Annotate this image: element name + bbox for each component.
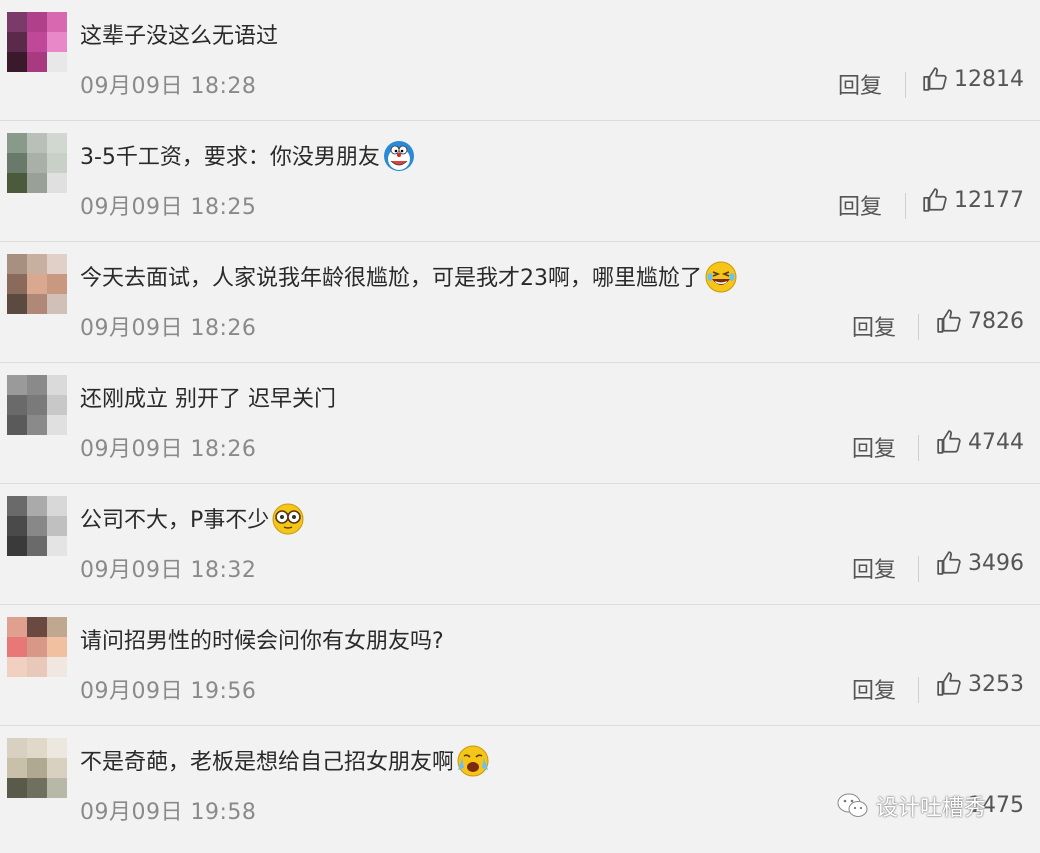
thumbs-up-icon [923,67,947,91]
like-button[interactable]: 7826 [936,308,1024,334]
like-button[interactable]: 12177 [922,187,1024,213]
comment-time: 09月09日 18:25 [80,195,257,220]
comment-item: 这辈子没这么无语过 09月09日 18:28 回复 12814 [0,0,1040,121]
like-button[interactable]: 3253 [936,671,1024,697]
comment-time: 09月09日 18:26 [80,316,257,341]
reply-button[interactable]: 回复 [838,68,882,100]
divider [918,314,919,340]
comment-item: 还刚成立 别开了 迟早关门 09月09日 18:26 回复 4744 [0,363,1040,484]
reply-button[interactable]: 回复 [838,189,882,221]
comment-text: 还刚成立 别开了 迟早关门 [80,387,336,412]
comment-text: 请问招男性的时候会问你有女朋友吗? [80,629,444,654]
like-button[interactable]: 4744 [936,429,1024,455]
crying-laugh-emoji [457,745,489,777]
divider [905,193,906,219]
laugh-cry-emoji [705,261,737,293]
avatar[interactable] [7,133,67,193]
doraemon-emoji [383,141,414,171]
avatar[interactable] [7,738,67,798]
wechat-icon [837,793,868,817]
comment-item: 公司不大，P事不少 09月09日 18:32 回复 3496 [0,484,1040,605]
comment-time: 09月09日 18:26 [80,437,257,462]
avatar[interactable] [7,12,67,72]
like-count: 3496 [968,550,1024,576]
divider [905,72,906,98]
avatar[interactable] [7,375,67,435]
reply-button[interactable]: 回复 [852,431,896,463]
comment-text: 公司不大，P事不少 [80,503,305,536]
thumbs-up-icon [937,430,961,454]
avatar[interactable] [7,617,67,677]
like-count: 3253 [968,671,1024,697]
comment-text: 这辈子没这么无语过 [80,24,279,49]
comment-time: 09月09日 18:28 [80,74,257,99]
comment-item: 今天去面试，人家说我年龄很尴尬，可是我才23啊，哪里尴尬了 09月09日 18:… [0,242,1040,363]
reply-button[interactable]: 回复 [852,552,896,584]
divider [918,556,919,582]
like-button[interactable]: 12814 [922,66,1024,92]
like-count: 4744 [968,429,1024,455]
glasses-emoji [272,503,304,535]
like-count: 12814 [954,66,1024,92]
thumbs-up-icon [937,551,961,575]
like-count: 12177 [954,187,1024,213]
comment-item: 请问招男性的时候会问你有女朋友吗? 09月09日 19:56 回复 3253 [0,605,1040,726]
thumbs-up-icon [937,309,961,333]
divider [918,677,919,703]
comment-text: 不是奇葩，老板是想给自己招女朋友啊 [80,745,490,778]
comment-time: 09月09日 19:58 [80,800,257,825]
like-button[interactable]: 3496 [936,550,1024,576]
thumbs-up-icon [923,188,947,212]
watermark: 设计吐槽秀 [836,790,986,822]
comment-time: 09月09日 18:32 [80,558,257,583]
like-count: 7826 [968,308,1024,334]
reply-button[interactable]: 回复 [852,673,896,705]
comment-item: 3-5千工资，要求：你没男朋友 09月09日 18:25 回复 12177 [0,121,1040,242]
comment-text: 3-5千工资，要求：你没男朋友 [80,141,416,173]
divider [918,435,919,461]
comment-text: 今天去面试，人家说我年龄很尴尬，可是我才23啊，哪里尴尬了 [80,261,738,294]
avatar[interactable] [7,254,67,314]
reply-button[interactable]: 回复 [852,310,896,342]
watermark-text: 设计吐槽秀 [876,796,987,821]
comment-time: 09月09日 19:56 [80,679,257,704]
thumbs-up-icon [937,672,961,696]
comment-item: 不是奇葩，老板是想给自己招女朋友啊 09月09日 19:58 回复 1475 [0,726,1040,847]
avatar[interactable] [7,496,67,556]
